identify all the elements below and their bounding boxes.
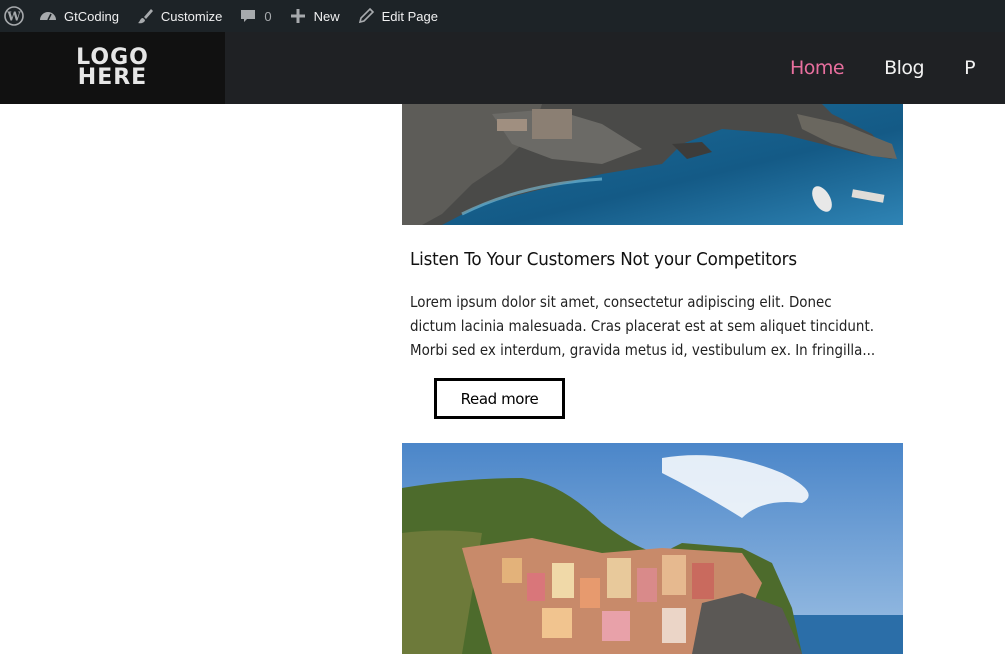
customize-label: Customize <box>160 8 223 24</box>
new-label: New <box>313 8 340 24</box>
admin-bar-site-name[interactable]: GtCoding <box>30 0 127 32</box>
admin-bar-comments[interactable]: 0 <box>230 0 279 32</box>
main-nav: Home Blog P <box>790 32 1005 104</box>
nav-item-partial[interactable]: P <box>964 57 975 79</box>
site-name-label: GtCoding <box>64 8 119 24</box>
site-logo[interactable]: LOGO HERE <box>0 32 225 104</box>
svg-text:W: W <box>6 10 21 24</box>
comment-icon <box>238 6 258 26</box>
edit-page-label: Edit Page <box>381 8 438 24</box>
excerpt-line-1: Lorem ipsum dolor sit amet, consectetur … <box>410 293 832 311</box>
excerpt-line-2: dictum lacinia malesuada. Cras placerat … <box>410 317 874 335</box>
nav-item-blog[interactable]: Blog <box>884 57 925 79</box>
admin-bar-wordpress-menu[interactable]: W <box>0 0 30 32</box>
paintbrush-icon <box>135 6 155 26</box>
admin-bar-edit-page[interactable]: Edit Page <box>348 0 446 32</box>
excerpt-line-3: Morbi sed ex interdum, gravida metus id,… <box>410 341 876 359</box>
post-image-coastal-cove[interactable] <box>402 104 903 225</box>
comment-count: 0 <box>264 8 272 24</box>
dashboard-icon <box>38 6 58 26</box>
pencil-icon <box>356 6 376 26</box>
read-more-button[interactable]: Read more <box>434 378 565 419</box>
logo-line-2: HERE <box>77 65 148 90</box>
admin-bar-new[interactable]: New <box>280 0 348 32</box>
site-header: LOGO HERE Home Blog P <box>0 32 1005 104</box>
post-image-cliffside-village[interactable] <box>402 443 903 654</box>
admin-bar-customize[interactable]: Customize <box>127 0 230 32</box>
admin-bar: W GtCoding Customize 0 New Edit Page <box>0 0 1005 32</box>
plus-icon <box>288 6 308 26</box>
nav-item-home[interactable]: Home <box>790 57 845 79</box>
post-title[interactable]: Listen To Your Customers Not your Compet… <box>410 249 797 270</box>
post-excerpt: Lorem ipsum dolor sit amet, consectetur … <box>410 290 902 362</box>
wordpress-logo-icon: W <box>4 6 24 26</box>
